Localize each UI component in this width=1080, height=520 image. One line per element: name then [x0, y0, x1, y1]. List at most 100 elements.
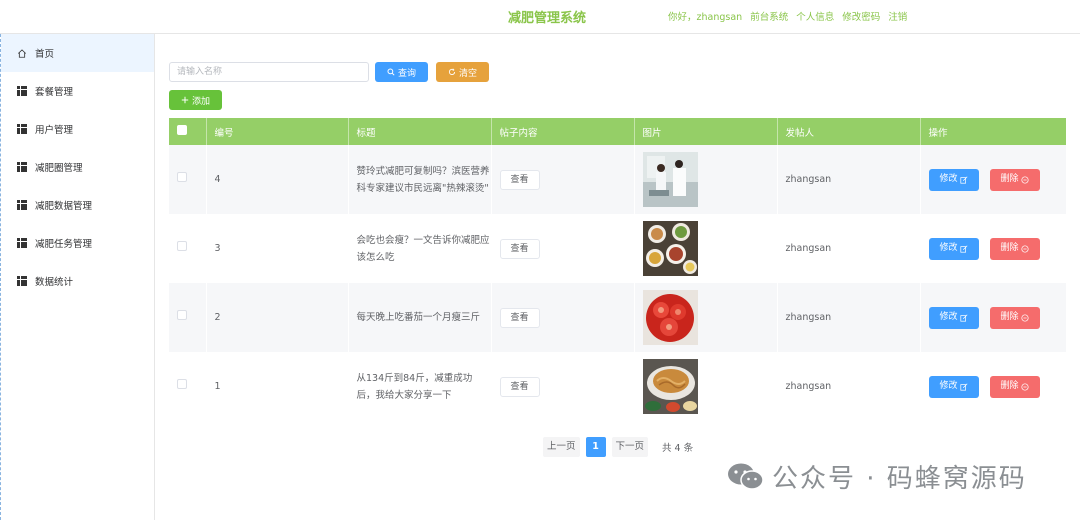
row-author: zhangsan [777, 352, 921, 421]
minus-circle-icon [1020, 382, 1029, 391]
add-button[interactable]: 添加 [169, 90, 222, 110]
minus-circle-icon [1020, 175, 1029, 184]
select-all-checkbox[interactable] [177, 125, 187, 135]
sidebar-item-label: 数据统计 [35, 277, 74, 288]
select-all-cell[interactable] [169, 118, 207, 145]
table-row: 1 从134斤到84斤，减重成功后，我给大家分享一下 查看 zhangsan 修… [169, 352, 1067, 421]
column-header: 图片 [634, 118, 778, 145]
column-header: 帖子内容 [491, 118, 635, 145]
front-system-link[interactable]: 前台系统 [750, 9, 788, 23]
view-content-button[interactable]: 查看 [499, 307, 540, 328]
delete-label: 删除 [1000, 312, 1019, 322]
row-id: 2 [206, 283, 349, 352]
delete-label: 删除 [1000, 243, 1019, 253]
row-author: zhangsan [777, 283, 921, 352]
query-button[interactable]: 查询 [375, 62, 428, 82]
noodle-dish-photo-thumbnail[interactable] [642, 359, 698, 414]
sidebar-item-label: 套餐管理 [35, 87, 74, 98]
delete-button[interactable]: 删除 [989, 237, 1040, 260]
sidebar-item-users[interactable]: 用户管理 [1, 110, 154, 148]
logout-link[interactable]: 注销 [888, 9, 907, 23]
grid-icon [17, 124, 27, 134]
sidebar-item-data[interactable]: 减肥数据管理 [1, 186, 154, 224]
edit-icon [959, 314, 967, 322]
row-id: 3 [206, 214, 349, 283]
column-header: 编号 [206, 118, 349, 145]
row-checkbox[interactable] [177, 310, 187, 320]
row-author: zhangsan [777, 214, 921, 283]
sidebar-item-task[interactable]: 减肥任务管理 [1, 224, 154, 262]
grid-icon [17, 86, 27, 96]
wechat-icon [728, 463, 764, 490]
delete-button[interactable]: 删除 [989, 306, 1040, 329]
edit-icon [959, 383, 967, 391]
edit-button[interactable]: 修改 [928, 237, 979, 260]
add-label: 添加 [191, 96, 210, 107]
search-input[interactable] [169, 62, 369, 82]
food-table-photo-thumbnail[interactable] [642, 221, 698, 276]
sidebar: 首页 套餐管理 用户管理 减肥圈管理 减肥数据管理 减肥任务管理 数据统计 [0, 34, 155, 520]
delete-button[interactable]: 删除 [989, 168, 1040, 191]
watermark: 公众号 · 码蜂窝源码 [726, 458, 1027, 495]
clear-button[interactable]: 清空 [436, 62, 489, 82]
edit-icon [959, 245, 967, 253]
prev-page-button[interactable]: 上一页 [543, 437, 580, 457]
search-icon [387, 68, 395, 76]
profile-link[interactable]: 个人信息 [796, 9, 834, 23]
row-title: 赞玲式减肥可复制吗？滨医营养科专家建议市民远离"热辣滚烫" [348, 145, 492, 214]
next-page-button[interactable]: 下一页 [611, 437, 649, 457]
total-count: 共 4 条 [662, 443, 694, 454]
clear-label: 清空 [458, 68, 477, 79]
app-title: 减肥管理系统 [508, 11, 587, 26]
edit-button[interactable]: 修改 [928, 375, 979, 398]
table-row: 3 会吃也会瘦？一文告诉你减肥应该怎么吃 查看 zhangsan 修改 删除 [169, 214, 1067, 283]
minus-circle-icon [1020, 313, 1029, 322]
edit-icon [959, 176, 967, 184]
edit-label: 修改 [939, 243, 958, 253]
grid-icon [17, 238, 27, 248]
pagination: 上一页 1 下一页 共 4 条 [543, 437, 693, 457]
table-row: 4 赞玲式减肥可复制吗？滨医营养科专家建议市民远离"热辣滚烫" 查看 zhang… [169, 145, 1067, 214]
row-checkbox[interactable] [177, 172, 187, 182]
edit-button[interactable]: 修改 [928, 168, 979, 191]
sidebar-item-label: 减肥数据管理 [35, 201, 93, 212]
page-number-button[interactable]: 1 [585, 437, 606, 457]
sidebar-item-label: 减肥圈管理 [35, 163, 83, 174]
tomato-photo-thumbnail[interactable] [642, 290, 698, 345]
top-bar: 减肥管理系统 你好，zhangsan 前台系统 个人信息 修改密码 注销 [0, 0, 1080, 34]
main-content: 查询 清空 添加 编号 标题 帖子内容 图片 发帖人 操作 4 [155, 34, 1080, 520]
minus-circle-icon [1020, 244, 1029, 253]
row-checkbox[interactable] [177, 379, 187, 389]
row-checkbox[interactable] [177, 241, 187, 251]
change-password-link[interactable]: 修改密码 [842, 9, 880, 23]
table-row: 2 每天晚上吃番茄一个月瘦三斤 查看 zhangsan 修改 删除 [169, 283, 1067, 352]
delete-button[interactable]: 删除 [989, 375, 1040, 398]
sidebar-item-label: 减肥任务管理 [35, 239, 93, 250]
row-author: zhangsan [777, 145, 921, 214]
sidebar-item-home[interactable]: 首页 [1, 34, 154, 72]
lab-photo-thumbnail[interactable] [642, 152, 698, 207]
delete-label: 删除 [1000, 174, 1019, 184]
home-icon [17, 48, 27, 58]
greeting-text: 你好，zhangsan [668, 12, 743, 23]
view-content-button[interactable]: 查看 [499, 169, 540, 190]
edit-button[interactable]: 修改 [928, 306, 979, 329]
grid-icon [17, 276, 27, 286]
query-label: 查询 [397, 68, 416, 79]
plus-icon [181, 96, 189, 104]
sidebar-item-stats[interactable]: 数据统计 [1, 262, 154, 300]
row-id: 1 [206, 352, 349, 421]
posts-table: 编号 标题 帖子内容 图片 发帖人 操作 4 赞玲式减肥可复制吗？滨医营养科专家… [169, 118, 1067, 421]
refresh-icon [448, 68, 456, 76]
watermark-text: 公众号 · 码蜂窝源码 [772, 464, 1027, 494]
sidebar-item-package[interactable]: 套餐管理 [1, 72, 154, 110]
row-id: 4 [206, 145, 349, 214]
view-content-button[interactable]: 查看 [499, 376, 540, 397]
row-title: 从134斤到84斤，减重成功后，我给大家分享一下 [348, 352, 492, 421]
sidebar-item-label: 用户管理 [35, 125, 74, 136]
grid-icon [17, 200, 27, 210]
sidebar-item-circle[interactable]: 减肥圈管理 [1, 148, 154, 186]
grid-icon [17, 162, 27, 172]
view-content-button[interactable]: 查看 [499, 238, 540, 259]
edit-label: 修改 [939, 381, 958, 391]
